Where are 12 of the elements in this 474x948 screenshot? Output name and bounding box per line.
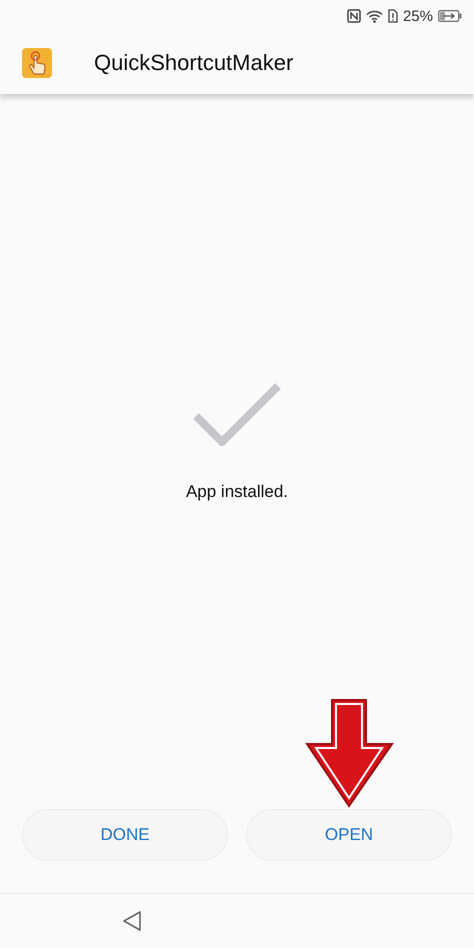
checkmark-icon — [192, 382, 282, 446]
action-button[interactable]: OPEN — [246, 809, 452, 861]
status-message: App installed. — [186, 482, 288, 502]
back-icon[interactable] — [122, 910, 142, 932]
app-title: QuickShortcutMaker — [94, 50, 294, 76]
nfc-icon — [346, 9, 361, 23]
action-button[interactable]: DONE — [22, 809, 228, 861]
wifi-icon — [366, 10, 383, 22]
battery-percent: 25% — [402, 8, 433, 24]
battery-charging-icon — [438, 10, 462, 22]
app-icon — [22, 48, 52, 78]
sim-alert-icon — [388, 9, 398, 23]
